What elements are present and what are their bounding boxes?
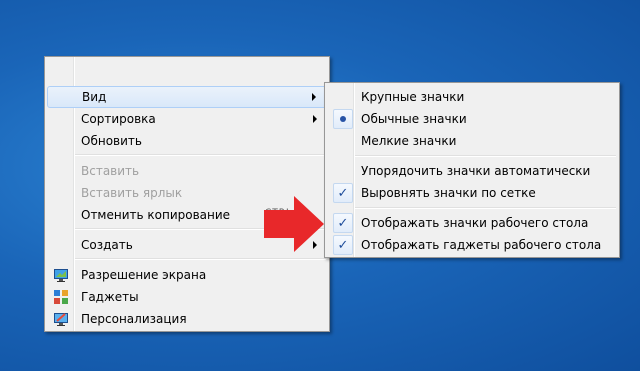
submenu-item-align-to-grid[interactable]: ✓ Выровнять значки по сетке [327, 182, 617, 204]
radio-bullet-icon [333, 109, 353, 129]
desktop-context-menu: Вид Сортировка Обновить Вставить Вставит… [44, 56, 330, 332]
gadgets-icon [54, 290, 68, 304]
submenu-item-label: Отображать гаджеты рабочего стола [361, 238, 602, 252]
view-submenu: Крупные значки Обычные значки Мелкие зна… [324, 82, 620, 258]
menu-item-label: Создать [81, 238, 133, 252]
menu-separator [355, 155, 616, 157]
menu-item-paste[interactable]: Вставить [47, 160, 327, 182]
menu-item-sort[interactable]: Сортировка [47, 108, 327, 130]
checkmark-icon: ✓ [333, 213, 353, 233]
menu-item-gadgets[interactable]: Гаджеты [47, 286, 327, 308]
submenu-item-label: Мелкие значки [361, 134, 457, 148]
menu-item-label: Персонализация [81, 312, 187, 326]
desktop: { "context_menu": { "items": [ {"label":… [0, 0, 640, 371]
menu-item-label: Обновить [81, 134, 142, 148]
menu-item-label: Гаджеты [81, 290, 139, 304]
submenu-arrow-icon [313, 115, 317, 123]
submenu-item-show-gadgets[interactable]: ✓ Отображать гаджеты рабочего стола [327, 234, 617, 256]
submenu-item-label: Выровнять значки по сетке [361, 186, 536, 200]
menu-item-view[interactable]: Вид [47, 86, 327, 108]
personalization-icon [54, 313, 68, 326]
menu-item-label: Разрешение экрана [81, 268, 207, 282]
submenu-item-show-desktop-icons[interactable]: ✓ Отображать значки рабочего стола [327, 212, 617, 234]
submenu-item-label: Крупные значки [361, 90, 465, 104]
red-pointer-arrow-icon [264, 196, 324, 252]
menu-item-refresh[interactable]: Обновить [47, 130, 327, 152]
menu-item-label: Вставить [81, 164, 140, 178]
menu-item-personalization[interactable]: Персонализация [47, 308, 327, 330]
checkmark-icon: ✓ [333, 183, 353, 203]
menu-item-label: Сортировка [81, 112, 156, 126]
checkmark-icon: ✓ [333, 235, 353, 255]
menu-separator [75, 154, 326, 156]
submenu-item-label: Отображать значки рабочего стола [361, 216, 589, 230]
submenu-item-auto-arrange[interactable]: Упорядочить значки автоматически [327, 160, 617, 182]
menu-item-label: Отменить копирование [81, 208, 231, 222]
menu-item-screen-resolution[interactable]: Разрешение экрана [47, 264, 327, 286]
menu-separator [355, 207, 616, 209]
submenu-item-label: Обычные значки [361, 112, 467, 126]
menu-item-label: Вид [82, 90, 107, 104]
menu-item-label: Вставить ярлык [81, 186, 183, 200]
submenu-item-label: Упорядочить значки автоматически [361, 164, 591, 178]
submenu-item-medium-icons[interactable]: Обычные значки [327, 108, 617, 130]
submenu-item-small-icons[interactable]: Мелкие значки [327, 130, 617, 152]
menu-separator [75, 258, 326, 260]
submenu-item-large-icons[interactable]: Крупные значки [327, 86, 617, 108]
screen-resolution-icon [54, 269, 68, 282]
submenu-arrow-icon [312, 93, 316, 101]
